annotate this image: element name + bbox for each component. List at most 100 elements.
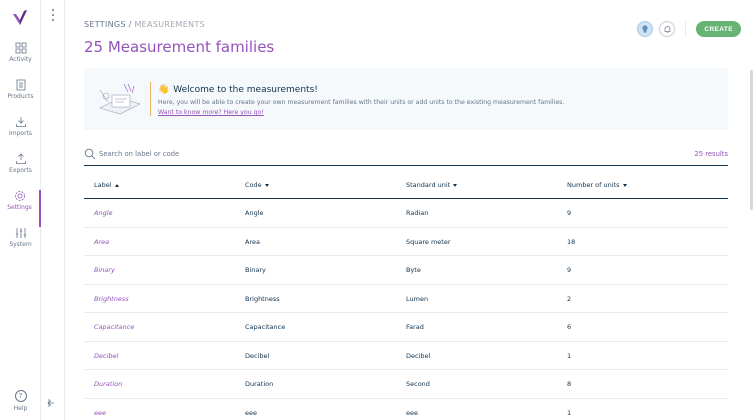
result-count: 25 results bbox=[694, 150, 728, 158]
helper-learn-more-link[interactable]: Want to know more? Here you go! bbox=[158, 109, 264, 116]
expand-panel-icon[interactable] bbox=[46, 395, 60, 409]
column-header-number-of-units-text: Number of units bbox=[567, 181, 620, 189]
nav-label-imports: Imports bbox=[8, 130, 33, 137]
row-code: eee bbox=[245, 408, 257, 417]
breadcrumb-current: MEASUREMENTS bbox=[134, 20, 205, 29]
search-input[interactable] bbox=[99, 147, 639, 161]
row-label: eee bbox=[94, 408, 106, 417]
sort-descending-icon bbox=[622, 183, 627, 187]
row-label: Brightness bbox=[94, 294, 129, 303]
column-header-standard-unit-text: Standard unit bbox=[406, 181, 451, 189]
products-icon bbox=[0, 79, 41, 91]
table-header: Label Code Standard unit Number of units bbox=[84, 171, 728, 199]
row-unit-count: 6 bbox=[567, 323, 572, 331]
helper-title: 👋 Welcome to the measurements! bbox=[158, 85, 318, 95]
column-header-standard-unit[interactable]: Standard unit bbox=[406, 181, 458, 189]
welcome-helper: 👋 Welcome to the measurements! Here, you … bbox=[84, 68, 728, 130]
row-label: Angle bbox=[94, 209, 113, 217]
search-bar: 25 results bbox=[84, 146, 728, 166]
row-code: Area bbox=[245, 237, 260, 246]
table-row[interactable]: Decibel Decibel Decibel 1 bbox=[84, 342, 728, 370]
bell-icon bbox=[664, 25, 671, 33]
activity-icon bbox=[0, 42, 41, 54]
sort-descending-icon bbox=[264, 183, 269, 187]
row-unit-count: 1 bbox=[567, 408, 572, 417]
row-code: Capacitance bbox=[245, 323, 286, 331]
help-button[interactable]: ? Help bbox=[0, 390, 41, 412]
row-standard-unit: Second bbox=[406, 380, 430, 388]
nav-item-exports[interactable]: Exports bbox=[0, 153, 41, 190]
wave-emoji: 👋 bbox=[158, 85, 170, 95]
row-label: Duration bbox=[94, 380, 123, 388]
row-unit-count: 2 bbox=[567, 294, 572, 303]
row-code: Decibel bbox=[245, 351, 270, 360]
row-label: Capacitance bbox=[94, 323, 135, 331]
user-avatar[interactable] bbox=[637, 21, 654, 37]
table-row[interactable]: eee eee eee 1 bbox=[84, 399, 728, 420]
help-label: Help bbox=[13, 405, 28, 412]
header-divider bbox=[685, 21, 687, 37]
row-unit-count: 1 bbox=[567, 351, 572, 360]
table-row[interactable]: Area Area Square meter 18 bbox=[84, 228, 728, 256]
column-header-label[interactable]: Label bbox=[94, 181, 119, 189]
helper-divider bbox=[150, 82, 151, 116]
column-header-code-text: Code bbox=[245, 181, 262, 189]
column-header-label-text: Label bbox=[94, 181, 112, 189]
nav-label-products: Products bbox=[7, 93, 34, 100]
column-header-number-of-units[interactable]: Number of units bbox=[567, 181, 627, 189]
row-label: Binary bbox=[94, 266, 115, 274]
row-standard-unit: Byte bbox=[406, 266, 421, 274]
table-row[interactable]: Binary Binary Byte 9 bbox=[84, 256, 728, 285]
row-unit-count: 9 bbox=[567, 266, 572, 274]
secondary-navigation bbox=[41, 0, 65, 420]
create-button[interactable]: CREATE bbox=[696, 21, 741, 37]
sort-ascending-icon bbox=[114, 183, 119, 187]
more-menu-icon[interactable] bbox=[51, 9, 55, 21]
measurements-illustration bbox=[94, 78, 146, 120]
system-icon bbox=[0, 227, 41, 239]
row-code: Angle bbox=[245, 209, 264, 217]
nav-item-system[interactable]: System bbox=[0, 227, 41, 264]
nav-item-imports[interactable]: Imports bbox=[0, 116, 41, 153]
nav-label-settings: Settings bbox=[7, 204, 32, 211]
measurement-families-table: Label Code Standard unit Number of units… bbox=[84, 171, 728, 420]
akeneo-logo-icon[interactable] bbox=[10, 8, 30, 28]
nav-item-products[interactable]: Products bbox=[0, 79, 41, 116]
main-content: SETTINGS / MEASUREMENTS 25 Measurement f… bbox=[66, 0, 753, 420]
exports-icon bbox=[0, 153, 41, 165]
row-unit-count: 8 bbox=[567, 380, 572, 388]
notifications-button[interactable] bbox=[659, 21, 676, 37]
row-code: Brightness bbox=[245, 294, 280, 303]
helper-description: Here, you will be able to create your ow… bbox=[158, 99, 565, 106]
table-row[interactable]: Duration Duration Second 8 bbox=[84, 370, 728, 399]
user-avatar-icon bbox=[642, 25, 648, 33]
row-unit-count: 9 bbox=[567, 209, 572, 217]
row-code: Duration bbox=[245, 380, 274, 388]
nav-label-system: System bbox=[9, 241, 32, 248]
row-standard-unit: Square meter bbox=[406, 237, 451, 246]
nav-item-settings[interactable]: Settings bbox=[0, 190, 41, 227]
row-label: Decibel bbox=[94, 351, 119, 360]
row-label: Area bbox=[94, 237, 110, 246]
nav-label-activity: Activity bbox=[9, 56, 32, 63]
row-unit-count: 18 bbox=[567, 237, 576, 246]
row-standard-unit: Lumen bbox=[406, 294, 429, 303]
settings-icon bbox=[0, 190, 39, 202]
nav-label-exports: Exports bbox=[9, 167, 32, 174]
row-standard-unit: Decibel bbox=[406, 351, 431, 360]
row-standard-unit: eee bbox=[406, 408, 418, 417]
table-row[interactable]: Brightness Brightness Lumen 2 bbox=[84, 285, 728, 313]
breadcrumb-settings[interactable]: SETTINGS bbox=[84, 20, 126, 29]
imports-icon bbox=[0, 116, 41, 128]
sort-descending-icon bbox=[453, 183, 458, 187]
search-icon bbox=[84, 148, 96, 160]
column-header-code[interactable]: Code bbox=[245, 181, 269, 189]
breadcrumb: SETTINGS / MEASUREMENTS bbox=[84, 20, 205, 29]
help-icon: ? bbox=[14, 390, 27, 402]
header-actions: CREATE bbox=[637, 21, 741, 37]
table-row[interactable]: Capacitance Capacitance Farad 6 bbox=[84, 313, 728, 342]
row-standard-unit: Farad bbox=[406, 323, 424, 331]
main-navigation: Activity Products Imports Exports Settin… bbox=[0, 0, 41, 420]
table-row[interactable]: Angle Angle Radian 9 bbox=[84, 199, 728, 228]
nav-item-activity[interactable]: Activity bbox=[0, 42, 41, 79]
